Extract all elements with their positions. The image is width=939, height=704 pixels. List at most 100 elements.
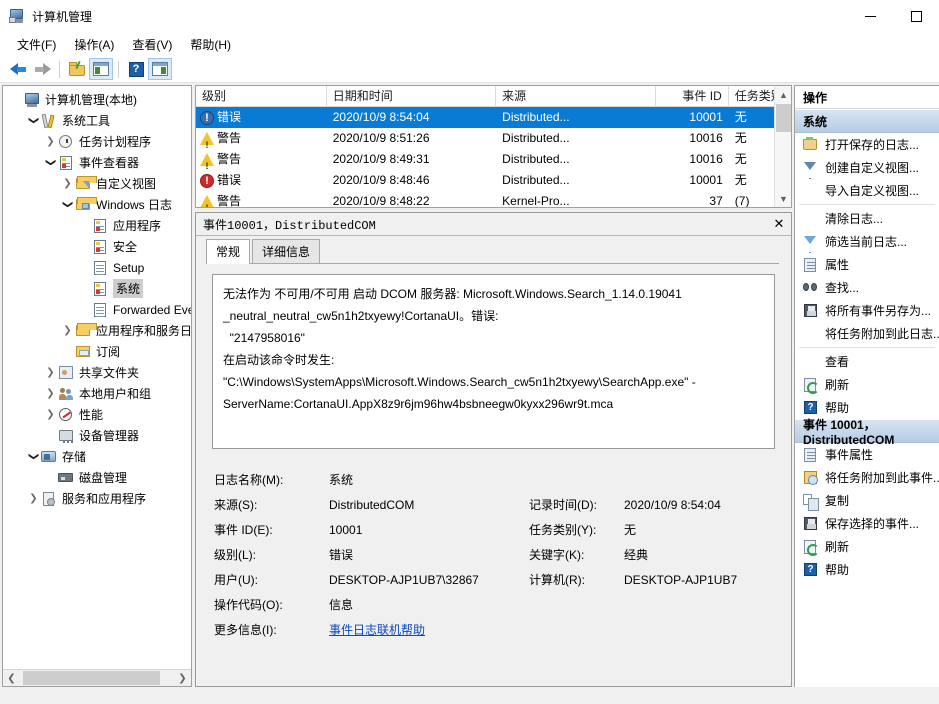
action-item[interactable]: 将所有事件另存为... [795,299,939,322]
tree-hscroll-thumb[interactable] [23,671,160,685]
event-detail-title-bar: 事件 10001，DistributedCOM ✕ [196,213,791,236]
tree-horizontal-scrollbar[interactable]: ❮ ❯ [3,669,191,686]
help-button[interactable]: ? [124,58,148,80]
menu-file[interactable]: 文件(F) [8,33,65,56]
event-list-scroll-thumb[interactable] [776,104,791,132]
event-level-text: 错误 [217,173,242,187]
event-row[interactable]: 警告2020/10/9 8:48:22Kernel-Pro...37(7) [196,191,791,207]
event-list-vertical-scrollbar[interactable]: ▲ ▼ [774,86,791,207]
tree-item[interactable]: 磁盘管理 [3,467,191,488]
tree-item[interactable]: 安全 [3,236,191,257]
chevron-right-icon[interactable]: ❯ [26,488,41,509]
tree-item[interactable]: 订阅 [3,341,191,362]
tree-item[interactable]: Forwarded Eve [3,299,191,320]
action-item[interactable]: 将任务附加到此事件... [795,466,939,489]
tree-item[interactable]: 计算机管理(本地) [3,89,191,110]
actions-separator [799,204,935,205]
action-item[interactable]: 打开保存的日志... [795,133,939,156]
tree-item[interactable]: ❯ 共享文件夹 [3,362,191,383]
action-item[interactable]: 将任务附加到此日志... [795,322,939,345]
tree-hscroll-track[interactable] [20,670,174,686]
action-item-label: 清除日志... [825,212,884,226]
action-item[interactable]: 刷新 [795,373,939,396]
up-folder-button[interactable] [65,58,89,80]
forward-button[interactable] [30,58,54,80]
action-item[interactable]: 属性 [795,253,939,276]
scroll-up-icon[interactable]: ▲ [775,86,791,103]
show-hide-tree-button[interactable] [89,58,113,80]
maximize-button[interactable] [893,0,939,32]
action-item[interactable]: 筛选当前日志... [795,230,939,253]
tree-item[interactable]: 设备管理器 [3,425,191,446]
menu-view[interactable]: 查看(V) [123,33,181,56]
action-item[interactable]: 刷新 [795,535,939,558]
help-icon: ? [802,400,819,416]
close-icon[interactable]: ✕ [767,216,791,232]
tree-item[interactable]: ❯ 服务和应用程序 [3,488,191,509]
action-item[interactable]: 查找... [795,276,939,299]
minimize-button[interactable] [847,0,893,32]
back-button[interactable] [6,58,30,80]
tree-item[interactable]: ❯ 性能 [3,404,191,425]
scroll-right-icon[interactable]: ❯ [174,670,191,686]
tree-item[interactable]: ❯ Windows 日志 [3,194,191,215]
chevron-right-icon[interactable]: ❯ [60,173,75,194]
tab-details[interactable]: 详细信息 [252,239,321,263]
description-line: "C:\Windows\SystemApps\Microsoft.Windows… [223,375,696,389]
folder-log-icon [75,196,97,213]
menu-action[interactable]: 操作(A) [65,33,123,56]
action-item[interactable]: 查看 [795,350,939,373]
tree-item[interactable]: 系统 [3,278,191,299]
action-item[interactable]: ? 帮助 [795,558,939,581]
task-category-label: 任务类别(Y): [529,523,597,537]
tree-item[interactable]: 应用程序 [3,215,191,236]
scroll-left-icon[interactable]: ❮ [3,670,20,686]
more-info-label: 更多信息(I): [214,623,277,637]
chevron-right-icon[interactable]: ❯ [43,383,58,404]
column-header[interactable]: 事件 ID [656,86,729,107]
field-row-opcode: 操作代码(O): 信息 [214,592,773,617]
scroll-down-icon[interactable]: ▼ [775,190,791,207]
tree-item[interactable]: ❯ 自定义视图 [3,173,191,194]
event-row[interactable]: 错误2020/10/9 8:54:04Distributed...10001无 [196,107,791,128]
show-hide-action-pane-button[interactable] [148,58,172,80]
none [802,354,819,370]
column-header[interactable]: 日期和时间 [327,86,497,107]
event-row[interactable]: 警告2020/10/9 8:51:26Distributed...10016无 [196,128,791,149]
event-id-value: 10001 [329,522,363,537]
chevron-right-icon[interactable]: ❯ [43,362,58,383]
action-item[interactable]: 保存选择的事件... [795,512,939,535]
column-header[interactable]: 级别 [196,86,327,107]
menu-help[interactable]: 帮助(H) [181,33,240,56]
chevron-right-icon[interactable]: ❯ [43,131,58,152]
keywords-value: 经典 [624,548,649,562]
event-log-online-help-link[interactable]: 事件日志联机帮助 [329,621,529,638]
tree-item[interactable]: ❯ 任务计划程序 [3,131,191,152]
tree-item[interactable]: ❯ 系统工具 [3,110,191,131]
tree-item-label: Setup [113,260,145,275]
tab-general[interactable]: 常规 [206,239,251,264]
action-item[interactable]: 清除日志... [795,207,939,230]
tree-item[interactable]: ❯ 存储 [3,446,191,467]
tree-item[interactable]: ❯ 事件查看器 [3,152,191,173]
description-line: ServerName:CortanaUI.AppX8z9r6jm96hw4bsb… [223,397,614,411]
actions-group-system-header: 系统 [795,109,939,133]
chevron-right-icon[interactable]: ❯ [60,320,75,341]
action-item[interactable]: 复制 [795,489,939,512]
none [802,211,819,227]
field-row-more-info: 更多信息(I): 事件日志联机帮助 [214,617,773,642]
event-row[interactable]: 错误2020/10/9 8:48:46Distributed...10001无 [196,170,791,191]
toolbar-separator-2 [118,60,119,78]
action-item[interactable]: 创建自定义视图... [795,156,939,179]
chevron-right-icon[interactable]: ❯ [43,404,58,425]
column-header[interactable]: 来源 [496,86,656,107]
warning-icon [200,195,214,207]
tree-item[interactable]: ❯ 应用程序和服务日志 [3,320,191,341]
event-list-body: 错误2020/10/9 8:54:04Distributed...10001无警… [196,107,791,207]
event-row[interactable]: 警告2020/10/9 8:49:31Distributed...10016无 [196,149,791,170]
action-item[interactable]: 导入自定义视图... [795,179,939,202]
tree-item[interactable]: Setup [3,257,191,278]
tree-item[interactable]: ❯ 本地用户和组 [3,383,191,404]
folder-up-icon [69,60,85,76]
console-tree-pane: 计算机管理(本地) ❯ 系统工具 ❯ 任务计划程序 ❯ 事件查看器 ❯ 自定义视图 ❯ Window… [2,85,192,687]
